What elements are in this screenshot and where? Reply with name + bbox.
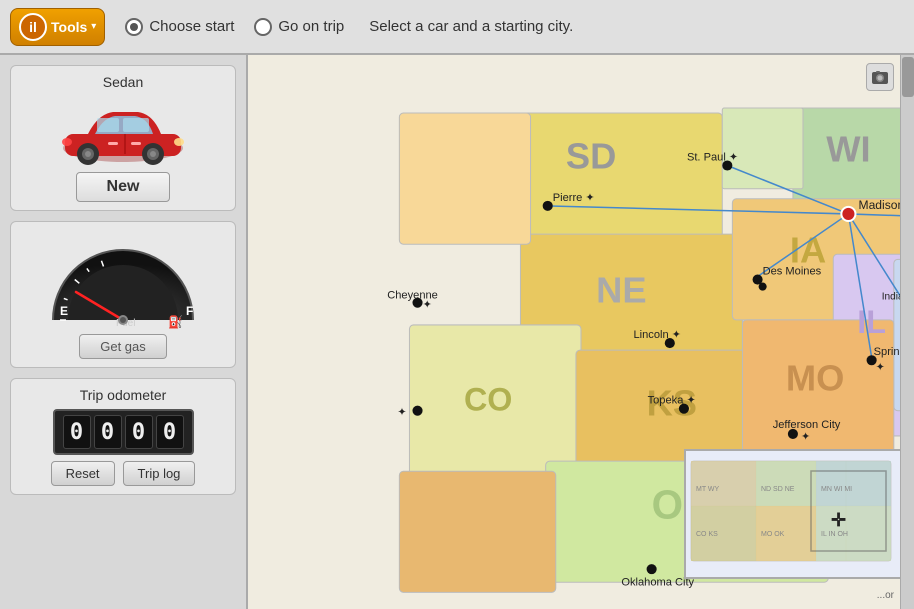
dropdown-arrow-icon: ▾	[91, 21, 96, 32]
scrollbar-thumb[interactable]	[902, 57, 914, 97]
status-text: Select a car and a starting city.	[369, 18, 573, 35]
app-logo: il	[19, 13, 47, 41]
odometer-buttons: Reset Trip log	[51, 461, 196, 486]
svg-text:Jefferson City: Jefferson City	[773, 419, 841, 431]
svg-text:CO KS: CO KS	[696, 531, 718, 538]
odometer-digit-2: 0	[94, 415, 122, 449]
svg-text:Des Moines: Des Moines	[763, 265, 822, 277]
odometer-section: Trip odometer 0 0 0 0 Reset Trip log	[10, 378, 236, 495]
fuel-section: E F Fuel ⛽ Get gas	[10, 221, 236, 368]
svg-text:IL: IL	[857, 304, 886, 340]
svg-text:Madison: Madison	[859, 198, 905, 212]
get-gas-button[interactable]: Get gas	[79, 334, 167, 359]
odometer-digit-1: 0	[63, 415, 91, 449]
fuel-gauge: E F Fuel ⛽	[38, 230, 208, 330]
svg-text:NE: NE	[596, 270, 646, 311]
sidebar: Sedan	[0, 55, 248, 609]
svg-text:Topeka ✦: Topeka ✦	[648, 395, 696, 407]
svg-text:IL IN OH: IL IN OH	[821, 531, 848, 538]
map-area[interactable]: SD WI NE IA IL IN CO KS MO OK M L K	[248, 55, 914, 609]
scrollbar[interactable]	[900, 55, 914, 609]
svg-text:✦: ✦	[876, 361, 885, 373]
svg-text:⛽: ⛽	[168, 315, 183, 329]
svg-text:✦: ✦	[423, 299, 432, 311]
svg-text:MN WI MI: MN WI MI	[821, 486, 852, 493]
odometer-digit-3: 0	[125, 415, 153, 449]
map-attribution: ...or	[877, 590, 894, 601]
svg-text:✦: ✦	[397, 407, 406, 419]
svg-text:SD: SD	[566, 136, 616, 177]
go-on-trip-option[interactable]: Go on trip	[254, 18, 344, 36]
svg-text:F: F	[186, 304, 193, 318]
svg-text:Lincoln ✦: Lincoln ✦	[633, 329, 681, 341]
main-layout: Sedan	[0, 55, 914, 609]
camera-icon	[871, 68, 889, 86]
svg-text:MO: MO	[786, 358, 845, 399]
svg-text:✦: ✦	[801, 431, 810, 443]
sedan-svg	[53, 96, 193, 166]
svg-text:✛: ✛	[831, 510, 846, 530]
tools-menu-button[interactable]: il Tools ▾	[10, 8, 105, 46]
svg-text:MO OK: MO OK	[761, 531, 785, 538]
odometer-digit-4: 0	[156, 415, 184, 449]
camera-button[interactable]	[866, 63, 894, 91]
city-denver[interactable]	[412, 406, 422, 416]
svg-text:WI: WI	[826, 128, 870, 169]
svg-text:MT WY: MT WY	[696, 486, 720, 493]
city-pierre[interactable]	[543, 201, 553, 211]
svg-text:CO: CO	[464, 382, 512, 418]
choose-start-label: Choose start	[149, 18, 234, 35]
mini-map[interactable]: MT WY ND SD NE MN WI MI CO KS MO OK IL I…	[684, 449, 904, 579]
choose-start-option[interactable]: Choose start	[125, 18, 234, 36]
odometer-title: Trip odometer	[80, 387, 167, 403]
go-on-trip-radio[interactable]	[254, 18, 272, 36]
city-oklahoma-city[interactable]	[647, 564, 657, 574]
svg-text:St. Paul ✦: St. Paul ✦	[687, 151, 738, 163]
choose-start-radio[interactable]	[125, 18, 143, 36]
svg-text:Pierre ✦: Pierre ✦	[553, 192, 595, 204]
svg-text:ND SD NE: ND SD NE	[761, 486, 795, 493]
svg-text:E: E	[60, 304, 68, 318]
odometer-display: 0 0 0 0	[53, 409, 194, 455]
go-on-trip-label: Go on trip	[278, 18, 344, 35]
tools-label: Tools	[51, 19, 87, 35]
car-section-title: Sedan	[103, 74, 143, 90]
city-madison[interactable]	[841, 207, 855, 221]
new-button[interactable]: New	[76, 172, 171, 202]
car-section: Sedan	[10, 65, 236, 211]
trip-log-button[interactable]: Trip log	[123, 461, 196, 486]
reset-button[interactable]: Reset	[51, 461, 115, 486]
gauge-svg: E F Fuel ⛽	[38, 230, 208, 330]
car-image	[53, 96, 193, 166]
header: il Tools ▾ Choose start Go on trip Selec…	[0, 0, 914, 55]
mini-map-svg: MT WY ND SD NE MN WI MI CO KS MO OK IL I…	[686, 451, 904, 579]
